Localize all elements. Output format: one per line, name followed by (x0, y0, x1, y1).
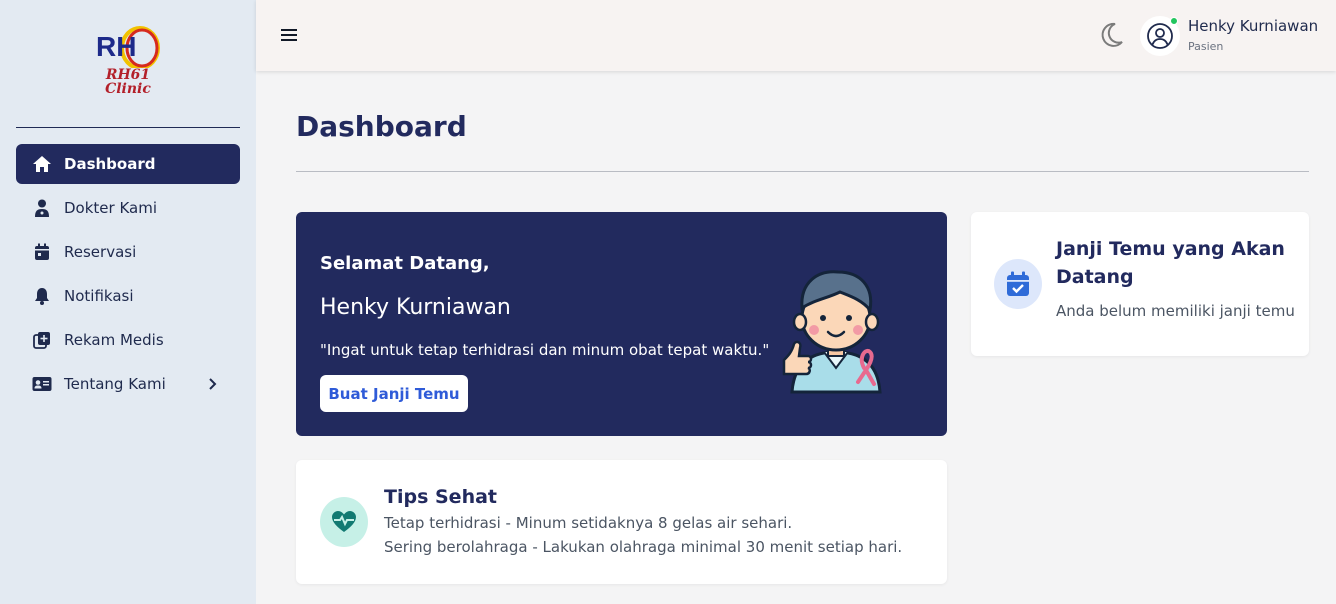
welcome-name: Henky Kurniawan (320, 295, 511, 320)
calendar-check-icon (994, 259, 1042, 309)
avatar[interactable] (1140, 16, 1180, 56)
sidebar-item-label: Notifikasi (64, 287, 134, 305)
sidebar-item-label: Rekam Medis (64, 331, 164, 349)
sidebar-item-label: Tentang Kami (64, 375, 166, 393)
rh-logo-mark: RH (96, 26, 160, 70)
heartbeat-icon (320, 497, 368, 547)
sidebar-divider (16, 127, 240, 128)
sidebar: RH RH61 Clinic Dashboard Dokter Kami Res… (0, 0, 256, 604)
doctor-icon (31, 198, 53, 218)
welcome-greeting: Selamat Datang, (320, 253, 490, 274)
tip-item: Tetap terhidrasi - Minum setidaknya 8 ge… (384, 514, 793, 532)
clinic-logo[interactable]: RH RH61 Clinic (92, 24, 164, 102)
logo-sub-line-2: Clinic (105, 81, 151, 97)
sidebar-item-dokter-kami[interactable]: Dokter Kami (16, 188, 240, 228)
sidebar-item-dashboard[interactable]: Dashboard (16, 144, 240, 184)
sidebar-item-rekam-medis[interactable]: Rekam Medis (16, 320, 240, 360)
calendar-icon (31, 242, 53, 262)
upcoming-appointments-card: Janji Temu yang Akan Datang Anda belum m… (971, 212, 1309, 356)
appointments-title: Janji Temu yang Akan Datang (1056, 238, 1285, 288)
title-divider (296, 171, 1309, 172)
user-role: Pasien (1188, 40, 1224, 53)
health-tips-card: Tips Sehat Tetap terhidrasi - Minum seti… (296, 460, 947, 584)
appointments-empty-text: Anda belum memiliki janji temu (1056, 302, 1295, 320)
logo-subtitle: RH61 Clinic (92, 68, 164, 96)
sidebar-nav: Dashboard Dokter Kami Reservasi Notifika… (16, 144, 240, 408)
top-bar: Henky Kurniawan Pasien (256, 0, 1336, 71)
online-status-dot (1170, 17, 1178, 25)
logo-sub-line-1: RH61 (105, 67, 151, 83)
welcome-quote: "Ingat untuk tetap terhidrasi dan minum … (320, 341, 770, 359)
user-name[interactable]: Henky Kurniawan (1188, 17, 1318, 35)
moon-icon[interactable] (1100, 22, 1124, 48)
tip-item: Sering berolahraga - Lakukan olahraga mi… (384, 538, 903, 556)
hamburger-icon[interactable] (281, 26, 297, 44)
sidebar-item-reservasi[interactable]: Reservasi (16, 232, 240, 272)
sidebar-item-tentang-kami[interactable]: Tentang Kami (16, 364, 240, 404)
sidebar-item-notifikasi[interactable]: Notifikasi (16, 276, 240, 316)
home-icon (31, 154, 53, 174)
patient-mascot-illustration (782, 270, 882, 394)
sidebar-item-label: Reservasi (64, 243, 137, 261)
sidebar-item-label: Dashboard (64, 155, 156, 173)
bell-icon (31, 286, 53, 306)
chevron-right-icon (209, 378, 217, 390)
sidebar-item-label: Dokter Kami (64, 199, 158, 217)
id-card-icon (31, 374, 53, 394)
page-title: Dashboard (296, 110, 467, 143)
welcome-card: Selamat Datang, Henky Kurniawan "Ingat u… (296, 212, 947, 436)
book-appointment-button[interactable]: Buat Janji Temu (320, 375, 468, 412)
tips-title: Tips Sehat (384, 486, 497, 508)
medical-record-icon (31, 330, 53, 350)
svg-text:RH: RH (96, 31, 136, 62)
